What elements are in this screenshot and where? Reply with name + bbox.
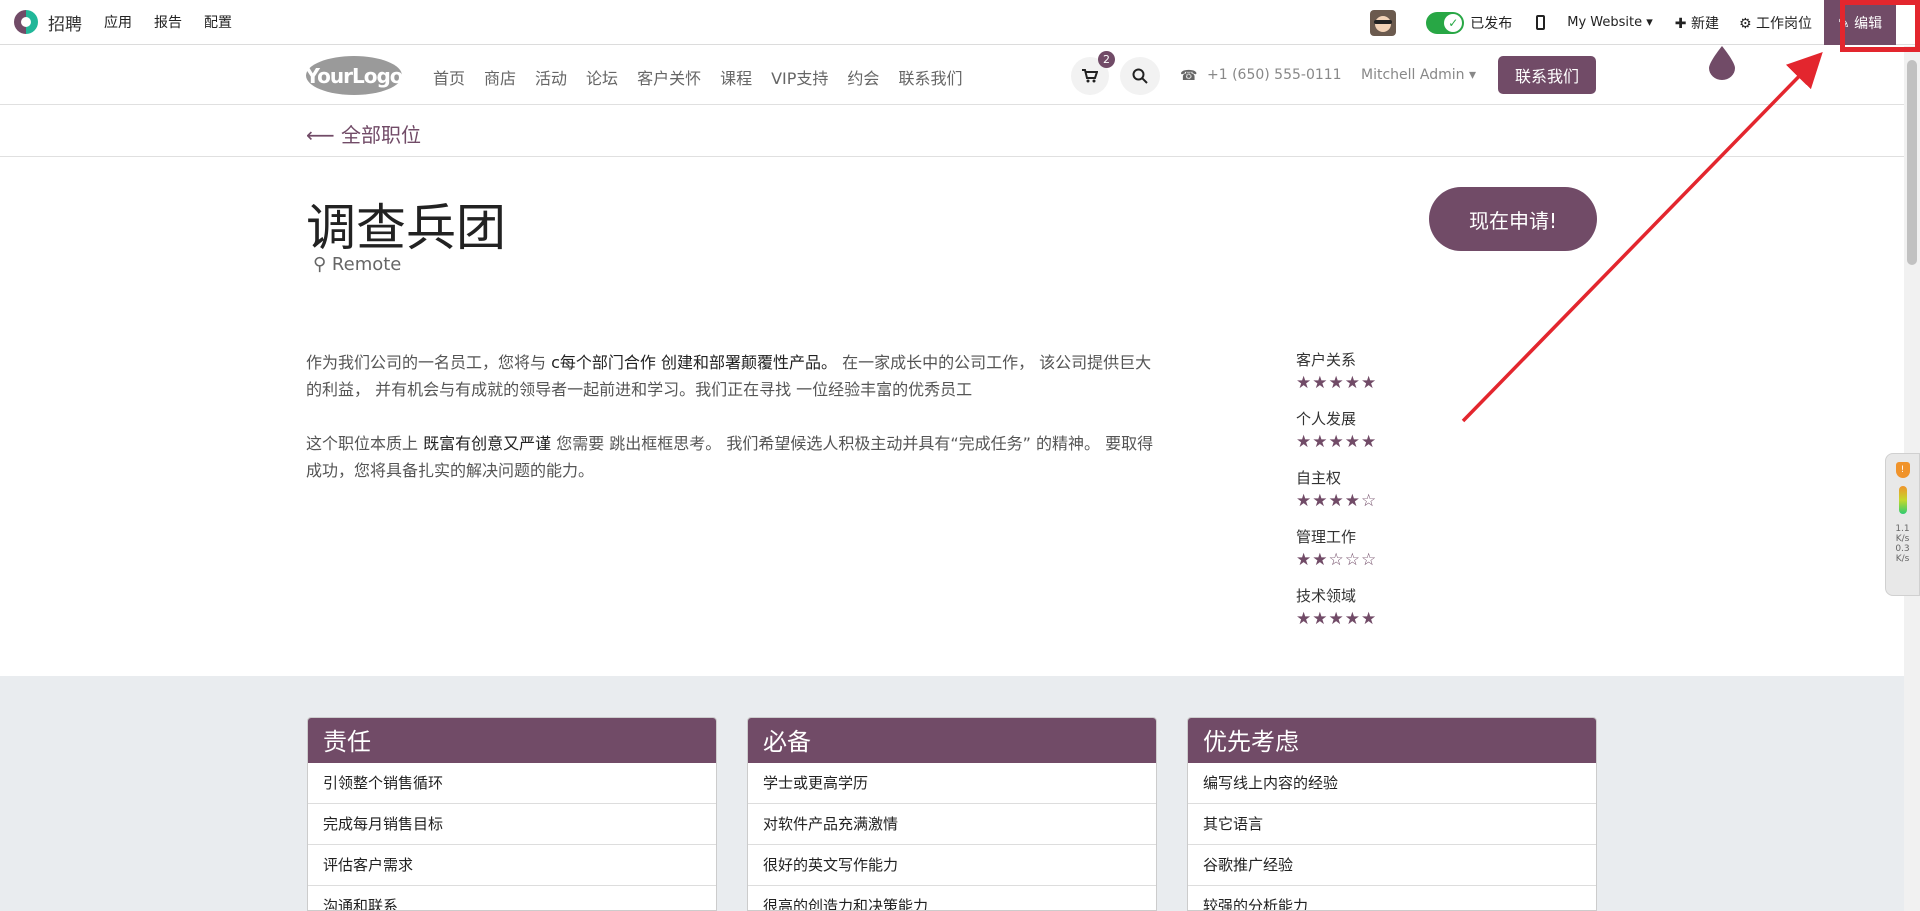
job-position-button[interactable]: ⚙ 工作岗位 bbox=[1739, 13, 1812, 33]
nav-item-courses[interactable]: 课程 bbox=[720, 65, 752, 89]
rating-technical-expertise: 技术领域 ★★★★★ bbox=[1296, 585, 1456, 644]
star-rating-icon: ★★★★☆ bbox=[1296, 491, 1378, 511]
job-title: 调查兵团 bbox=[306, 199, 506, 257]
upload-unit: K/s bbox=[1895, 534, 1910, 544]
rating-administrative-work: 管理工作 ★★☆☆☆ bbox=[1296, 526, 1456, 585]
new-button[interactable]: ✚ 新建 bbox=[1675, 13, 1719, 33]
nav-item-customer-care[interactable]: 客户关怀 bbox=[637, 65, 701, 89]
job-location: ⚲ Remote bbox=[313, 254, 401, 275]
site-logo[interactable]: YourLogo bbox=[305, 56, 404, 95]
menu-apps[interactable]: 应用 bbox=[104, 12, 132, 32]
website-header: YourLogo 首页 商店 活动 论坛 客户关怀 课程 VIP支持 约会 联系… bbox=[0, 46, 1904, 105]
rating-label: 客户关系 bbox=[1296, 351, 1357, 369]
description-paragraph: 这个职位本质上 既富有创意又严谨 您需要 跳出框框思考。 我们希望候选人积极主动… bbox=[306, 434, 1154, 480]
nav-item-events[interactable]: 活动 bbox=[535, 65, 567, 89]
card-title: 优先考虑 bbox=[1188, 718, 1596, 763]
nav-item-shop[interactable]: 商店 bbox=[484, 65, 516, 89]
network-speed-widget[interactable]: ! 1.1 K/s 0.3 K/s bbox=[1885, 453, 1920, 596]
list-item: 编写线上内容的经验 bbox=[1188, 763, 1596, 804]
list-item: 对软件产品充满激情 bbox=[748, 804, 1156, 845]
nav-item-vip-support[interactable]: VIP支持 bbox=[771, 65, 828, 89]
rating-label: 技术领域 bbox=[1296, 587, 1357, 605]
nav-item-contact[interactable]: 联系我们 bbox=[898, 65, 962, 89]
user-menu[interactable]: Mitchell Admin ▾ bbox=[1361, 67, 1476, 83]
apply-now-button[interactable]: 现在申请! bbox=[1429, 187, 1597, 251]
menu-config[interactable]: 配置 bbox=[204, 12, 232, 32]
download-speed: 0.3 bbox=[1895, 544, 1910, 554]
publish-label: 已发布 bbox=[1470, 15, 1513, 32]
cart-count-badge: 2 bbox=[1098, 51, 1115, 68]
job-location-text: Remote bbox=[331, 254, 402, 275]
list-item: 引领整个销售循环 bbox=[308, 763, 716, 804]
list-item: 谷歌推广经验 bbox=[1188, 845, 1596, 886]
shield-icon: ! bbox=[1895, 462, 1910, 478]
card-title: 责任 bbox=[308, 718, 716, 763]
rating-customer-relations: 客户关系 ★★★★★ bbox=[1296, 349, 1456, 408]
rating-label: 管理工作 bbox=[1296, 528, 1357, 546]
rating-label: 自主权 bbox=[1296, 469, 1342, 487]
app-brand[interactable]: 招聘 bbox=[14, 10, 82, 35]
list-item: 很高的创造力和决策能力 bbox=[748, 886, 1156, 910]
nav-item-home[interactable]: 首页 bbox=[433, 65, 465, 89]
must-have-card: 必备 学士或更高学历 对软件产品充满激情 很好的英文写作能力 很高的创造力和决策… bbox=[747, 717, 1157, 911]
theme-drop-icon bbox=[1709, 46, 1735, 80]
back-to-all-jobs-link[interactable]: ⟵ 全部职位 bbox=[306, 119, 421, 148]
list-item: 评估客户需求 bbox=[308, 845, 716, 886]
annotation-highlight-box bbox=[1840, 0, 1920, 52]
list-item: 学士或更高学历 bbox=[748, 763, 1156, 804]
nav-item-appointment[interactable]: 约会 bbox=[847, 65, 879, 89]
website-selector[interactable]: My Website ▾ bbox=[1567, 15, 1653, 30]
search-icon bbox=[1132, 68, 1148, 84]
main-nav: 首页 商店 活动 论坛 客户关怀 课程 VIP支持 约会 联系我们 bbox=[433, 65, 981, 89]
list-item: 很好的英文写作能力 bbox=[748, 845, 1156, 886]
star-rating-icon: ★★★★★ bbox=[1296, 373, 1378, 393]
description-paragraph: 作为我们公司的一名员工，您将与 c每个部门合作 创建和部署颠覆性产品。 在一家成… bbox=[306, 353, 1152, 399]
job-ratings: 客户关系 ★★★★★ 个人发展 ★★★★★ 自主权 ★★★★☆ 管理工作 ★★☆… bbox=[1296, 349, 1456, 644]
responsibilities-card: 责任 引领整个销售循环 完成每月销售目标 评估客户需求 沟通和联系 bbox=[307, 717, 717, 911]
star-rating-icon: ★★☆☆☆ bbox=[1296, 550, 1378, 570]
search-button[interactable] bbox=[1120, 57, 1160, 95]
publish-toggle[interactable] bbox=[1426, 11, 1465, 34]
list-item: 较强的分析能力 bbox=[1188, 886, 1596, 910]
rating-personal-development: 个人发展 ★★★★★ bbox=[1296, 408, 1456, 467]
admin-top-bar: 招聘 应用 报告 配置 已发布 My Website ▾ ✚ 新建 ⚙ 工作岗位… bbox=[0, 0, 1920, 45]
scrollbar-thumb[interactable] bbox=[1907, 60, 1917, 265]
job-description: 作为我们公司的一名员工，您将与 c每个部门合作 创建和部署颠覆性产品。 在一家成… bbox=[306, 349, 1156, 511]
phone-number[interactable]: +1 (650) 555-0111 bbox=[1207, 67, 1342, 83]
recruitment-app-icon bbox=[14, 10, 38, 34]
app-name: 招聘 bbox=[48, 14, 82, 35]
list-item: 其它语言 bbox=[1188, 804, 1596, 845]
card-title: 必备 bbox=[748, 718, 1156, 763]
star-rating-icon: ★★★★★ bbox=[1296, 609, 1378, 629]
thermometer-icon bbox=[1898, 486, 1907, 514]
menu-reports[interactable]: 报告 bbox=[154, 12, 182, 32]
contact-us-button[interactable]: 联系我们 bbox=[1498, 56, 1596, 94]
star-rating-icon: ★★★★★ bbox=[1296, 432, 1378, 452]
list-item: 沟通和联系 bbox=[308, 886, 716, 910]
user-avatar[interactable] bbox=[1370, 9, 1397, 36]
rating-label: 个人发展 bbox=[1296, 410, 1357, 428]
download-unit: K/s bbox=[1895, 554, 1910, 564]
nav-item-forum[interactable]: 论坛 bbox=[586, 65, 618, 89]
phone-icon: ☎ bbox=[1180, 68, 1198, 84]
cart-icon bbox=[1082, 69, 1098, 83]
mobile-preview-icon[interactable] bbox=[1536, 15, 1546, 30]
upload-speed: 1.1 bbox=[1895, 524, 1910, 534]
map-marker-icon: ⚲ bbox=[313, 254, 327, 275]
list-item: 完成每月销售目标 bbox=[308, 804, 716, 845]
nice-to-have-card: 优先考虑 编写线上内容的经验 其它语言 谷歌推广经验 较强的分析能力 bbox=[1187, 717, 1597, 911]
rating-autonomy: 自主权 ★★★★☆ bbox=[1296, 467, 1456, 526]
breadcrumb-bar: ⟵ 全部职位 bbox=[0, 106, 1904, 157]
